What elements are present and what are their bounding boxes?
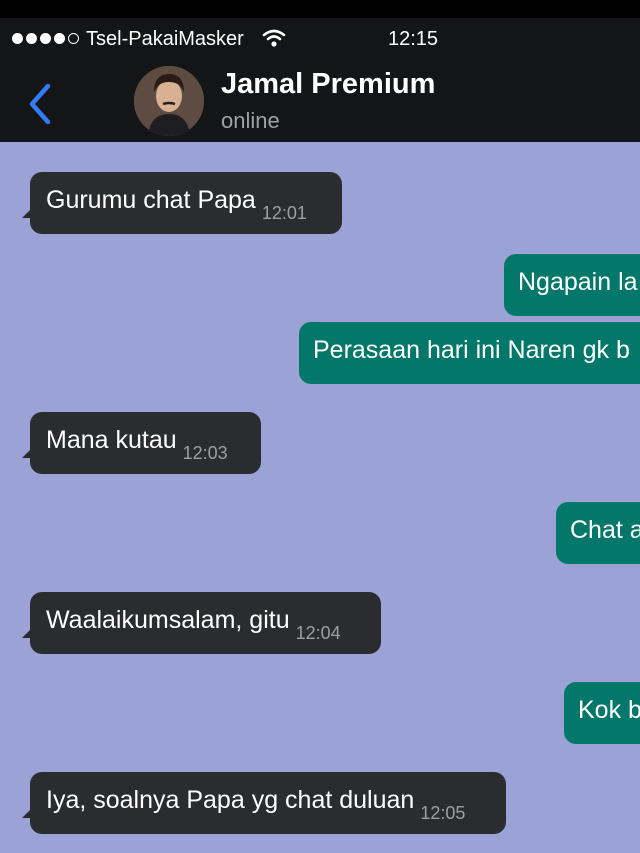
message-text: Perasaan hari ini Naren gk b bbox=[313, 336, 630, 364]
outgoing-message-bubble[interactable]: Chat a bbox=[556, 502, 640, 564]
message-text: Mana kutau bbox=[46, 426, 177, 454]
message-list[interactable]: Gurumu chat Papa 12:01 Ngapain la Perasaa… bbox=[0, 142, 640, 853]
message-text: Ngapain la bbox=[518, 268, 638, 296]
chevron-left-icon bbox=[29, 83, 51, 125]
message-time: 12:05 bbox=[420, 803, 466, 823]
message-time: 12:04 bbox=[295, 623, 341, 643]
status-bar: Tsel-PakaiMasker 12:15 bbox=[0, 18, 640, 62]
message-time: 12:03 bbox=[182, 443, 228, 463]
incoming-message-bubble[interactable]: Iya, soalnya Papa yg chat duluan 12:05 bbox=[30, 772, 506, 834]
wifi-icon bbox=[262, 28, 286, 54]
status-time: 12:15 bbox=[388, 28, 439, 50]
incoming-message-bubble[interactable]: Gurumu chat Papa 12:01 bbox=[30, 172, 342, 234]
message-text: Chat a bbox=[570, 516, 640, 544]
message-text: Iya, soalnya Papa yg chat duluan bbox=[46, 786, 415, 814]
presence-status: online bbox=[221, 108, 280, 133]
message-time: 12:01 bbox=[261, 203, 307, 223]
contact-name[interactable]: Jamal Premium bbox=[221, 68, 435, 101]
outgoing-message-bubble[interactable]: Ngapain la bbox=[504, 254, 640, 316]
incoming-message-bubble[interactable]: Waalaikumsalam, gitu 12:04 bbox=[30, 592, 381, 654]
avatar-photo bbox=[134, 66, 204, 136]
outgoing-message-bubble[interactable]: Perasaan hari ini Naren gk b bbox=[299, 322, 640, 384]
message-text: Waalaikumsalam, gitu bbox=[46, 606, 290, 634]
contact-avatar[interactable] bbox=[134, 66, 204, 136]
outgoing-message-bubble[interactable]: Kok b bbox=[564, 682, 640, 744]
carrier-name: Tsel-PakaiMasker bbox=[86, 28, 244, 50]
back-button[interactable] bbox=[26, 82, 56, 131]
top-bezel bbox=[0, 0, 640, 18]
message-text: Gurumu chat Papa bbox=[46, 186, 256, 214]
message-text: Kok b bbox=[578, 696, 640, 724]
chat-header: Jamal Premium online bbox=[0, 62, 640, 142]
signal-strength-icon bbox=[12, 33, 79, 44]
incoming-message-bubble[interactable]: Mana kutau 12:03 bbox=[30, 412, 261, 474]
